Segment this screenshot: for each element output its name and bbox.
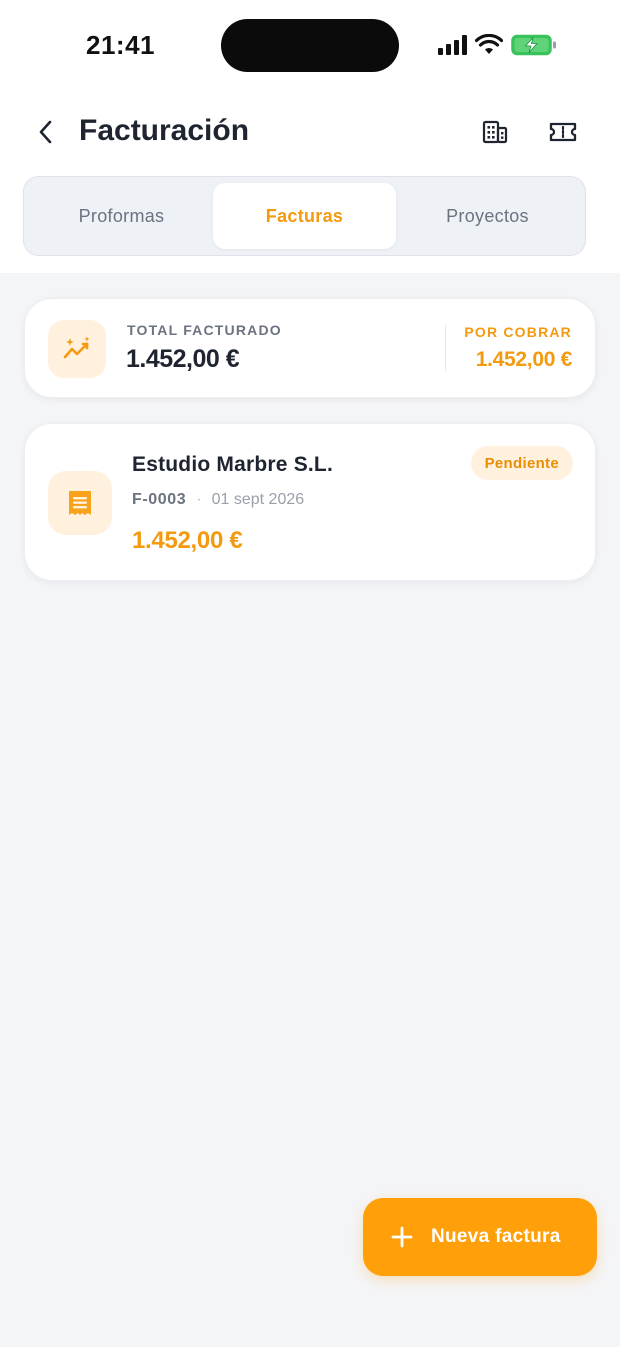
invoice-number: F-0003 <box>132 491 187 508</box>
top-bar: 21:41 Facturación Proformas Facturas Pro… <box>0 0 620 273</box>
billing-tabs: Proformas Facturas Proyectos <box>23 176 586 256</box>
wifi-icon <box>475 34 503 54</box>
battery-charging-icon <box>511 34 556 56</box>
meta-separator: · <box>196 491 202 508</box>
new-invoice-button[interactable]: Nueva factura <box>363 1198 597 1276</box>
chevron-left-icon <box>39 120 52 144</box>
total-billed-label: TOTAL FACTURADO <box>127 322 282 338</box>
billing-summary-card: TOTAL FACTURADO 1.452,00 € POR COBRAR 1.… <box>24 298 596 398</box>
tab-proyectos[interactable]: Proyectos <box>396 183 579 249</box>
invoice-date: 01 sept 2026 <box>211 491 305 508</box>
status-badge: Pendiente <box>470 446 573 480</box>
invoice-client: Estudio Marbre S.L. <box>132 453 333 476</box>
building-icon <box>482 120 508 144</box>
invoice-amount: 1.452,00 € <box>132 527 243 554</box>
receipt-icon <box>69 491 91 515</box>
status-indicators <box>438 31 557 59</box>
trend-sparkle-icon <box>63 336 90 359</box>
tab-facturas[interactable]: Facturas <box>213 183 396 249</box>
amount-due-value: 1.452,00 € <box>475 348 573 371</box>
back-button[interactable] <box>28 114 64 150</box>
billing-screen: 21:41 Facturación Proformas Facturas Pro… <box>0 0 620 1347</box>
trend-tile <box>48 320 106 378</box>
cellular-signal-icon <box>438 35 467 55</box>
invoice-list-item[interactable]: Estudio Marbre S.L. F-0003 · 01 sept 202… <box>24 423 596 581</box>
dynamic-island <box>221 19 399 72</box>
ticket-button[interactable] <box>545 114 581 150</box>
invoice-tile <box>48 471 112 535</box>
new-invoice-label: Nueva factura <box>431 1226 561 1247</box>
total-billed-value: 1.452,00 € <box>126 345 240 373</box>
amount-due-label: POR COBRAR <box>464 324 572 340</box>
ticket-icon <box>549 122 577 142</box>
plus-icon <box>391 1226 413 1248</box>
company-button[interactable] <box>477 114 513 150</box>
status-time: 21:41 <box>86 30 155 60</box>
page-title: Facturación <box>79 114 250 147</box>
summary-divider <box>445 325 446 371</box>
invoice-meta: F-0003 · 01 sept 2026 <box>132 491 304 509</box>
tab-proformas[interactable]: Proformas <box>30 183 213 249</box>
